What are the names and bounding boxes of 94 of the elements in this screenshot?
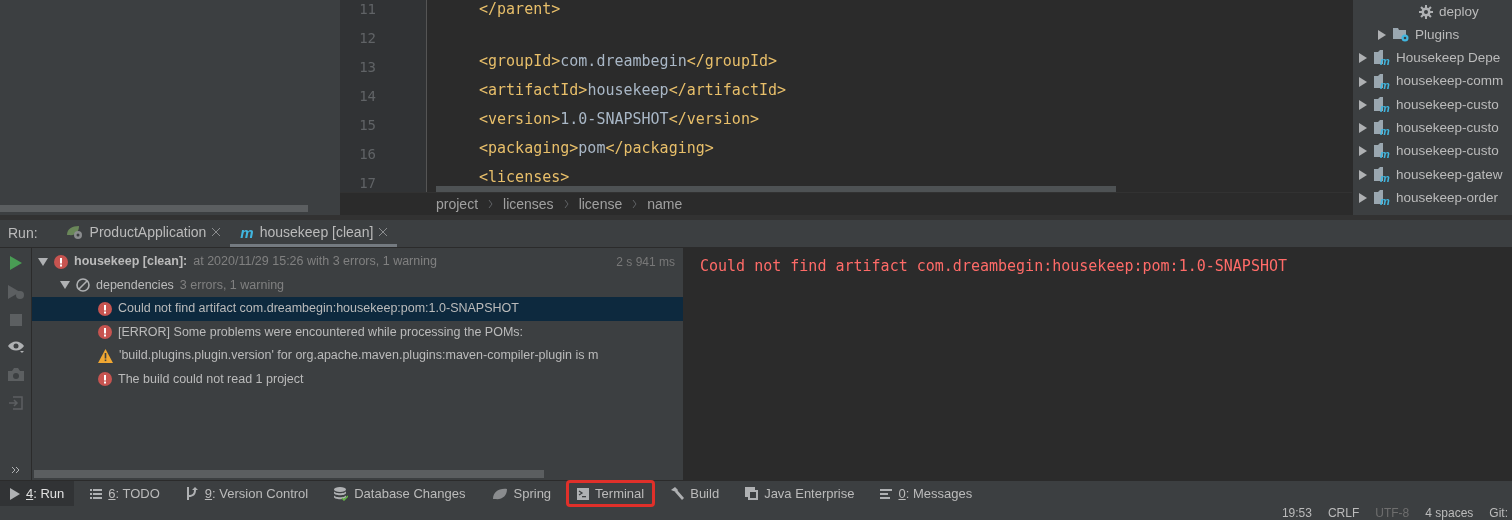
database-icon xyxy=(334,486,349,501)
chevron-icon xyxy=(632,200,638,208)
xml-tag: <artifactId> xyxy=(479,76,588,105)
tool-window-tab[interactable]: Terminal xyxy=(567,481,655,506)
error-icon xyxy=(98,372,112,387)
tool-window-tab[interactable]: Build xyxy=(660,481,730,506)
chevron-icon xyxy=(488,200,494,208)
tree-label: Could not find artifact com.dreambegin:housekeep:pom:1.0-SNAPSHOT xyxy=(118,300,519,318)
close-icon[interactable] xyxy=(379,228,388,236)
tool-window-tab[interactable]: 6: TODO xyxy=(80,481,170,506)
status-item[interactable]: CRLF xyxy=(1327,507,1360,519)
gear-icon xyxy=(1419,4,1433,19)
xml-tag: <packaging> xyxy=(479,134,579,163)
xml-tag: </version> xyxy=(668,105,759,134)
folder-gear-icon xyxy=(1393,27,1409,43)
tree-row[interactable]: Could not find artifact com.dreambegin:housekeep:pom:1.0-SNAPSHOT xyxy=(32,297,683,321)
maven-icon: m xyxy=(240,224,254,240)
run-tab[interactable]: ProductApplication xyxy=(55,220,231,247)
terminal-icon xyxy=(577,487,590,500)
tree-row[interactable]: The build could not read 1 project xyxy=(32,367,683,391)
xml-value: 1.0-SNAPSHOT xyxy=(560,109,669,130)
maven-tree-item[interactable]: m housekeep-custo xyxy=(1353,116,1512,140)
run-icon[interactable] xyxy=(9,256,22,270)
eye-icon[interactable] xyxy=(7,341,24,353)
error-icon xyxy=(98,301,112,316)
tool-window-tab[interactable]: Spring xyxy=(481,481,562,506)
maven-tree-item[interactable]: m housekeep-custo xyxy=(1353,139,1512,164)
tool-window-tab[interactable]: Java Enterprise xyxy=(735,481,865,506)
maven-tree-item[interactable]: m Housekeep Depe xyxy=(1353,46,1512,70)
xml-tag: </groupId> xyxy=(686,47,778,76)
xml-tag: <version> xyxy=(479,105,561,134)
tree-label: 'build.plugins.plugin.version' for org.apache.maven.plugins:maven-compiler-plugin is m xyxy=(119,347,599,365)
xml-value: com.dreambegin xyxy=(560,51,687,72)
tree-label: The build could not read 1 project xyxy=(118,370,304,388)
maven-tree-item[interactable]: deploy xyxy=(1353,0,1512,24)
status-item[interactable]: 19:53 xyxy=(1281,507,1312,519)
error-icon xyxy=(54,254,68,269)
maven-tree-item[interactable]: Plugins xyxy=(1353,23,1512,47)
status-item[interactable]: 4 spaces xyxy=(1425,507,1474,519)
status-item[interactable]: Git: xyxy=(1489,507,1508,519)
play-icon xyxy=(10,487,20,500)
scrollbar[interactable] xyxy=(436,186,1116,192)
branch-icon xyxy=(185,487,199,500)
xml-tag: <licenses> xyxy=(479,163,570,192)
duration: 2 s 941 ms xyxy=(616,253,675,271)
error-icon xyxy=(98,325,112,340)
tree-label: [ERROR] Some problems were encountered while processing the POMs: xyxy=(118,323,524,341)
tool-window-tab[interactable]: 0: Messages xyxy=(870,481,983,506)
tree-detail: at 2020/11/29 15:26 with 3 errors, 1 warning xyxy=(193,253,437,271)
chevron-icon xyxy=(563,200,569,208)
collapsed-arrow-icon[interactable] xyxy=(1358,146,1368,157)
messages-icon xyxy=(880,488,893,499)
collapsed-arrow-icon[interactable] xyxy=(1358,99,1368,110)
tree-detail: 3 errors, 1 warning xyxy=(179,276,285,294)
expanded-arrow-icon[interactable] xyxy=(60,280,70,291)
breadcrumb[interactable]: license xyxy=(578,193,623,215)
hammer-icon xyxy=(670,486,685,501)
list-icon xyxy=(90,488,103,499)
run-label: Run: xyxy=(7,224,39,243)
tree-label: dependencies xyxy=(96,276,174,294)
tree-row[interactable]: [ERROR] Some problems were encountered while processing the POMs: xyxy=(32,320,683,344)
xml-tag: </packaging> xyxy=(605,134,714,163)
collapsed-arrow-icon[interactable] xyxy=(1377,29,1387,40)
tree-row[interactable]: housekeep [clean]: at 2020/11/29 15:26 with 3 errors, 1 warning 2 s 941 ms xyxy=(32,250,683,274)
breadcrumb[interactable]: project xyxy=(436,193,479,215)
expanded-arrow-icon[interactable] xyxy=(38,256,48,267)
tree-row[interactable]: 'build.plugins.plugin.version' for org.apache.maven.plugins:maven-compiler-plugin is m xyxy=(32,344,683,368)
breadcrumb[interactable]: name xyxy=(647,193,683,215)
scrollbar[interactable] xyxy=(34,470,544,478)
spring-app-icon xyxy=(65,225,84,239)
close-icon[interactable] xyxy=(212,228,221,236)
more-icon[interactable] xyxy=(10,466,21,474)
error-message: Could not find artifact com.dreambegin:housekeep:pom:1.0-SNAPSHOT xyxy=(700,257,1287,275)
tree-row[interactable]: dependencies 3 errors, 1 warning xyxy=(32,273,683,297)
collapsed-arrow-icon[interactable] xyxy=(1358,76,1368,87)
collapsed-arrow-icon[interactable] xyxy=(1358,123,1368,134)
xml-value: housekeep xyxy=(587,80,669,101)
xml-tag: </parent> xyxy=(479,0,561,24)
scrollbar[interactable] xyxy=(0,205,308,212)
warning-icon xyxy=(98,348,113,363)
xml-tag: <groupId> xyxy=(479,47,561,76)
xml-value: pom xyxy=(578,138,606,159)
window-icon xyxy=(745,487,759,500)
collapsed-arrow-icon[interactable] xyxy=(1358,193,1368,203)
skipped-icon xyxy=(76,278,90,293)
collapsed-arrow-icon[interactable] xyxy=(1358,53,1368,64)
breadcrumb[interactable]: licenses xyxy=(503,193,554,215)
tool-window-tab[interactable]: 9: Version Control xyxy=(175,481,319,506)
xml-tag: </artifactId> xyxy=(668,76,787,105)
tool-window-tab[interactable]: 4: Run xyxy=(0,481,75,506)
tool-window-tab[interactable]: Database Changes xyxy=(324,481,476,506)
leaf-icon xyxy=(491,487,508,500)
tree-label: housekeep [clean]: xyxy=(74,253,188,271)
collapsed-arrow-icon[interactable] xyxy=(1358,169,1368,180)
